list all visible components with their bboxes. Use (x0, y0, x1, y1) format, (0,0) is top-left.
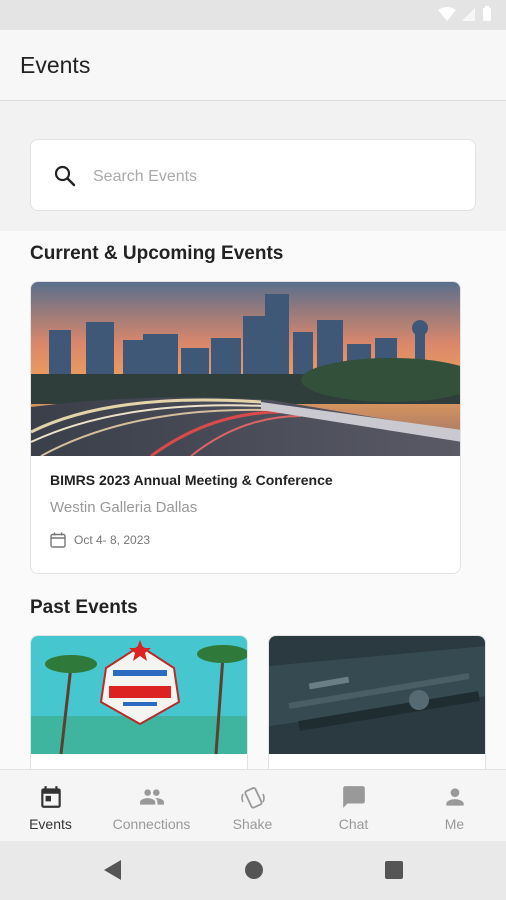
back-icon[interactable] (103, 859, 123, 881)
event-date-row: Oct 4- 8, 2023 (50, 532, 150, 548)
search-input[interactable] (91, 162, 455, 192)
people-icon (139, 789, 164, 805)
nav-shake-label: Shake (232, 816, 273, 832)
calendar-icon (50, 532, 66, 548)
current-events-heading: Current & Upcoming Events (30, 243, 284, 264)
search-icon (54, 165, 76, 187)
event-image (31, 282, 460, 456)
event-date: Oct 4- 8, 2023 (74, 533, 151, 547)
shake-phone-icon (240, 787, 265, 809)
event-title: BIMRS 2023 Annual Meeting & Conference (50, 472, 333, 488)
nav-connections-label: Connections (112, 816, 191, 832)
bottom-nav: Events Connections Shake Chat Me (0, 769, 506, 842)
search-box[interactable] (30, 139, 476, 211)
past-event-image (269, 636, 485, 754)
app-bar: Events (0, 30, 506, 101)
nav-chat-label: Chat (338, 816, 369, 832)
person-icon (445, 788, 464, 806)
event-venue: Westin Galleria Dallas (50, 499, 198, 516)
system-nav-bar (0, 841, 506, 900)
home-icon[interactable] (244, 859, 264, 881)
nav-shake[interactable]: Shake (202, 770, 303, 842)
status-bar (0, 0, 506, 30)
search-area (0, 101, 506, 231)
nav-events-label: Events (29, 816, 72, 832)
events-content[interactable]: Current & Upcoming Events (0, 101, 506, 769)
calendar-icon (40, 786, 61, 808)
past-events-heading: Past Events (30, 597, 138, 618)
battery-icon (483, 6, 491, 21)
recents-icon[interactable] (384, 859, 404, 881)
wifi-icon (438, 7, 456, 21)
page-title: Events (20, 52, 91, 78)
event-card[interactable]: BIMRS 2023 Annual Meeting & Conference W… (30, 281, 461, 574)
nav-me-label: Me (444, 816, 465, 832)
signal-icon (462, 8, 475, 21)
past-event-card[interactable] (268, 635, 486, 769)
past-event-card[interactable] (30, 635, 248, 769)
nav-chat[interactable]: Chat (303, 770, 404, 842)
past-event-image (31, 636, 247, 755)
nav-events[interactable]: Events (0, 770, 101, 842)
nav-me[interactable]: Me (404, 770, 505, 842)
nav-connections[interactable]: Connections (101, 770, 202, 842)
chat-icon (342, 786, 365, 808)
